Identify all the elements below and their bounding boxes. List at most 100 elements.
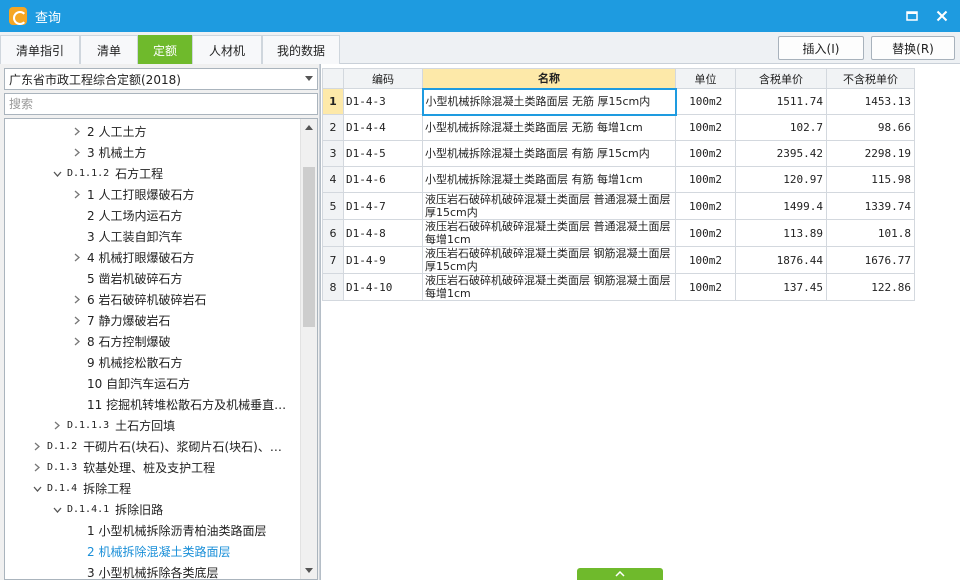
name-cell[interactable]: 液压岩石破碎机破碎混凝土类面层 钢筋混凝土面层 每增1cm — [422, 273, 676, 301]
price-notax-cell[interactable]: 2298.19 — [826, 140, 915, 167]
chevron-right-icon[interactable] — [71, 315, 83, 327]
tab-my-data[interactable]: 我的数据 — [262, 35, 340, 64]
table-row[interactable]: 8 D1-4-10 液压岩石破碎机破碎混凝土类面层 钢筋混凝土面层 每增1cm 100… — [322, 273, 915, 301]
header-code[interactable]: 编码 — [343, 68, 423, 89]
tree-item[interactable]: D.1.4 拆除工程 — [31, 478, 317, 499]
tree-item[interactable]: D.1.1.3 土石方回填 — [51, 415, 317, 436]
unit-cell[interactable]: 100m2 — [675, 114, 736, 141]
tree-item[interactable]: D.1.4.1 拆除旧路 — [51, 499, 317, 520]
chevron-right-icon[interactable] — [71, 252, 83, 264]
price-tax-cell[interactable]: 1499.4 — [735, 192, 827, 220]
name-cell[interactable]: 液压岩石破碎机破碎混凝土类面层 钢筋混凝土面层 厚15cm内 — [422, 246, 676, 274]
chevron-right-icon[interactable] — [71, 336, 83, 348]
price-tax-cell[interactable]: 102.7 — [735, 114, 827, 141]
chevron-right-icon[interactable] — [31, 441, 43, 453]
scroll-up-button[interactable] — [301, 119, 317, 135]
name-cell[interactable]: 小型机械拆除混凝土类路面层 有筋 厚15cm内 — [422, 140, 676, 167]
price-notax-cell[interactable]: 1339.74 — [826, 192, 915, 220]
tree-item[interactable]: D.1.3 软基处理、桩及支护工程 — [31, 457, 317, 478]
tree-item[interactable]: 1 小型机械拆除沥青柏油类路面层 — [71, 520, 317, 541]
tab-labor-material-machine[interactable]: 人材机 — [192, 35, 262, 64]
unit-cell[interactable]: 100m2 — [675, 88, 736, 115]
row-index-cell[interactable]: 2 — [322, 114, 344, 141]
tree-item[interactable]: 4 机械打眼爆破石方 — [71, 247, 317, 268]
chevron-down-icon[interactable] — [31, 483, 43, 495]
price-notax-cell[interactable]: 1676.77 — [826, 246, 915, 274]
code-cell[interactable]: D1-4-8 — [343, 219, 423, 247]
row-index-cell[interactable]: 1 — [322, 88, 344, 115]
quota-library-dropdown[interactable]: 广东省市政工程综合定额(2018) — [4, 68, 318, 90]
maximize-button[interactable] — [902, 6, 922, 26]
tree-item[interactable]: 7 静力爆破岩石 — [71, 310, 317, 331]
tree-item[interactable]: 8 石方控制爆破 — [71, 331, 317, 352]
code-cell[interactable]: D1-4-5 — [343, 140, 423, 167]
close-button[interactable] — [932, 6, 952, 26]
name-cell[interactable]: 液压岩石破碎机破碎混凝土类面层 普通混凝土面层 每增1cm — [422, 219, 676, 247]
tree-item[interactable]: 2 机械拆除混凝土类路面层 — [71, 541, 317, 562]
scroll-thumb[interactable] — [303, 167, 315, 327]
tree-item[interactable]: 1 人工打眼爆破石方 — [71, 184, 317, 205]
panel-splitter-handle[interactable] — [577, 568, 663, 580]
price-notax-cell[interactable]: 98.66 — [826, 114, 915, 141]
tree-item[interactable]: 5 凿岩机破碎石方 — [71, 268, 317, 289]
code-cell[interactable]: D1-4-7 — [343, 192, 423, 220]
name-cell[interactable]: 小型机械拆除混凝土类路面层 无筋 每增1cm — [422, 114, 676, 141]
tree-item[interactable]: 2 人工场内运石方 — [71, 205, 317, 226]
tree-item[interactable]: 3 小型机械拆除各类底层 — [71, 562, 317, 579]
tree-item[interactable]: D.1.1.2 石方工程 — [51, 163, 317, 184]
chevron-right-icon[interactable] — [51, 420, 63, 432]
price-notax-cell[interactable]: 122.86 — [826, 273, 915, 301]
code-cell[interactable]: D1-4-9 — [343, 246, 423, 274]
tab-list[interactable]: 清单 — [80, 35, 138, 64]
header-name[interactable]: 名称 — [422, 68, 676, 89]
chevron-down-icon[interactable] — [51, 504, 63, 516]
row-index-cell[interactable]: 8 — [322, 273, 344, 301]
unit-cell[interactable]: 100m2 — [675, 166, 736, 193]
scroll-down-button[interactable] — [301, 563, 317, 579]
chevron-right-icon[interactable] — [71, 147, 83, 159]
tree-scrollbar[interactable] — [300, 119, 317, 579]
replace-button[interactable]: 替换(R) — [871, 36, 955, 60]
table-row[interactable]: 4 D1-4-6 小型机械拆除混凝土类路面层 有筋 每增1cm 100m2 120.97… — [322, 166, 915, 193]
price-tax-cell[interactable]: 1511.74 — [735, 88, 827, 115]
chevron-right-icon[interactable] — [71, 126, 83, 138]
chevron-right-icon[interactable] — [71, 189, 83, 201]
search-input[interactable] — [4, 93, 318, 115]
price-notax-cell[interactable]: 1453.13 — [826, 88, 915, 115]
table-row[interactable]: 1 D1-4-3 小型机械拆除混凝土类路面层 无筋 厚15cm内 100m2 1511.… — [322, 87, 915, 116]
chevron-right-icon[interactable] — [71, 294, 83, 306]
unit-cell[interactable]: 100m2 — [675, 246, 736, 274]
table-row[interactable]: 2 D1-4-4 小型机械拆除混凝土类路面层 无筋 每增1cm 100m2 102.7 9… — [322, 114, 915, 141]
code-cell[interactable]: D1-4-6 — [343, 166, 423, 193]
table-row[interactable]: 5 D1-4-7 液压岩石破碎机破碎混凝土类面层 普通混凝土面层 厚15cm内 100… — [322, 192, 915, 220]
price-tax-cell[interactable]: 1876.44 — [735, 246, 827, 274]
row-index-cell[interactable]: 4 — [322, 166, 344, 193]
chevron-down-icon[interactable] — [51, 168, 63, 180]
row-index-cell[interactable]: 3 — [322, 140, 344, 167]
table-row[interactable]: 3 D1-4-5 小型机械拆除混凝土类路面层 有筋 厚15cm内 100m2 2395.… — [322, 140, 915, 167]
chevron-right-icon[interactable] — [31, 462, 43, 474]
name-cell[interactable]: 液压岩石破碎机破碎混凝土类面层 普通混凝土面层 厚15cm内 — [422, 192, 676, 220]
code-cell[interactable]: D1-4-3 — [343, 88, 423, 115]
header-unit[interactable]: 单位 — [675, 68, 736, 89]
tree-item[interactable]: 3 机械土方 — [71, 142, 317, 163]
price-tax-cell[interactable]: 113.89 — [735, 219, 827, 247]
header-price-tax[interactable]: 含税单价 — [735, 68, 827, 89]
unit-cell[interactable]: 100m2 — [675, 273, 736, 301]
name-cell[interactable]: 小型机械拆除混凝土类路面层 有筋 每增1cm — [422, 166, 676, 193]
tab-list-guide[interactable]: 清单指引 — [0, 35, 80, 64]
tree-item[interactable]: 9 机械挖松散石方 — [71, 352, 317, 373]
price-tax-cell[interactable]: 2395.42 — [735, 140, 827, 167]
code-cell[interactable]: D1-4-10 — [343, 273, 423, 301]
unit-cell[interactable]: 100m2 — [675, 192, 736, 220]
tree-item[interactable]: 10 自卸汽车运石方 — [71, 373, 317, 394]
tab-quota[interactable]: 定额 — [138, 35, 192, 64]
price-tax-cell[interactable]: 137.45 — [735, 273, 827, 301]
header-price-notax[interactable]: 不含税单价 — [826, 68, 915, 89]
code-cell[interactable]: D1-4-4 — [343, 114, 423, 141]
unit-cell[interactable]: 100m2 — [675, 219, 736, 247]
price-tax-cell[interactable]: 120.97 — [735, 166, 827, 193]
tree-item[interactable]: 11 挖掘机转堆松散石方及机械垂直… — [71, 394, 317, 415]
price-notax-cell[interactable]: 115.98 — [826, 166, 915, 193]
row-index-cell[interactable]: 6 — [322, 219, 344, 247]
